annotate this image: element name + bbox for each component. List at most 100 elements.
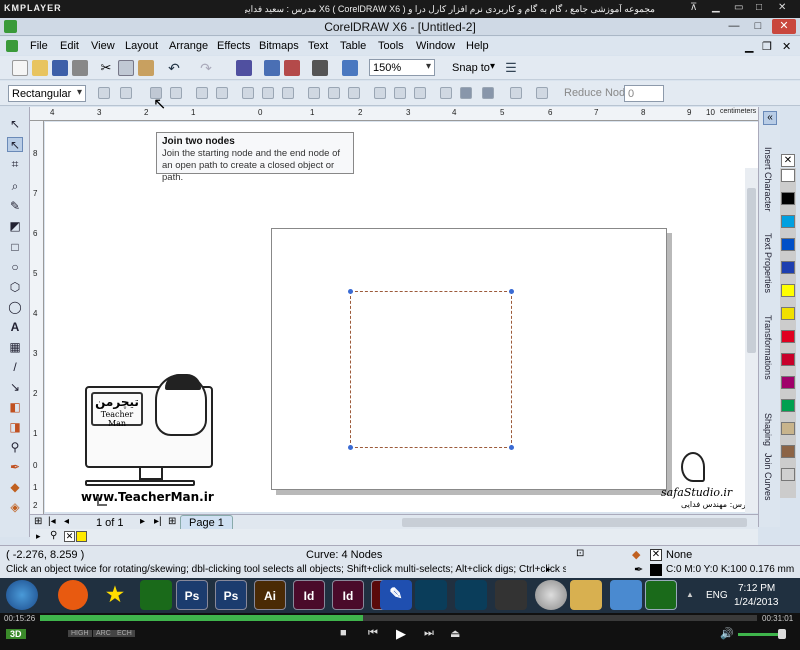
taskbar-app-ps[interactable]: Ps [215, 580, 247, 610]
palette-swatch[interactable] [781, 238, 795, 251]
freehand-tool-icon[interactable]: ✎ [7, 199, 23, 214]
last-page-icon[interactable]: ▸| [154, 516, 162, 527]
palette-swatch[interactable] [781, 261, 795, 274]
transparency-tool-icon[interactable]: ◨ [7, 420, 23, 435]
polygon-tool-icon[interactable]: ⬡ [7, 280, 23, 295]
chip-arc[interactable]: ARC [93, 630, 114, 637]
minimize-button[interactable]: — [722, 19, 746, 34]
no-color-swatch[interactable]: ✕ [781, 154, 795, 167]
node-handle[interactable] [509, 445, 514, 450]
menu-tools[interactable]: Tools [378, 40, 404, 52]
play-icon[interactable]: ▶ [396, 626, 406, 642]
taskbar-app-ai[interactable]: Ai [254, 580, 286, 610]
extract-subpath-icon[interactable] [348, 87, 360, 99]
open-icon[interactable] [32, 60, 48, 76]
3d-button[interactable]: 3D [6, 629, 26, 639]
docker-tab-text-properties[interactable]: Text Properties [763, 233, 773, 293]
text-tool-icon[interactable]: A [7, 320, 23, 335]
docker-tab-shaping[interactable]: Shaping [763, 413, 773, 446]
doc-minimize-icon[interactable]: ▁ [745, 40, 753, 53]
chip-high[interactable]: HIGH [68, 630, 92, 637]
paste-icon[interactable] [138, 60, 154, 76]
extend-curve-icon[interactable] [328, 87, 340, 99]
import-icon[interactable] [264, 60, 280, 76]
eyedropper-tool-icon[interactable]: ⚲ [7, 440, 23, 455]
page-tab[interactable]: Page 1 [180, 515, 233, 530]
palette-swatch[interactable] [781, 399, 795, 412]
menu-effects[interactable]: Effects [217, 40, 250, 52]
taskbar-app-ps[interactable]: Ps [176, 580, 208, 610]
snap-to-dropdown-icon[interactable]: ▾ [490, 61, 495, 72]
crop-tool-icon[interactable]: ⌗ [7, 157, 23, 172]
menu-window[interactable]: Window [416, 40, 455, 52]
close-icon[interactable]: ✕ [778, 2, 786, 13]
taskbar-app-id[interactable]: Id [293, 580, 325, 610]
palette-swatch[interactable] [781, 192, 795, 205]
docker-tab-insert-character[interactable]: Insert Character [763, 147, 773, 212]
explorer-folder-icon[interactable] [570, 580, 602, 610]
volume-slider[interactable] [738, 633, 782, 636]
palette-swatch[interactable] [781, 468, 795, 481]
wordpad-icon[interactable]: ✎ [380, 580, 412, 610]
vertical-scroll-thumb[interactable] [747, 188, 756, 353]
horizontal-scroll-thumb[interactable] [402, 518, 747, 527]
stop-icon[interactable]: ■ [340, 627, 347, 639]
player-menu-icon[interactable]: ▭ [734, 2, 743, 13]
elastic-mode-icon[interactable] [510, 87, 522, 99]
menu-layout[interactable]: Layout [125, 40, 158, 52]
copy-icon[interactable] [118, 60, 134, 76]
symmetrical-node-icon[interactable] [282, 87, 294, 99]
menu-view[interactable]: View [91, 40, 115, 52]
undo-icon[interactable]: ↶ [166, 60, 182, 76]
coreldraw-active-icon[interactable] [645, 580, 677, 610]
media-disc-icon[interactable] [535, 580, 567, 610]
welcome-screen-icon[interactable] [342, 60, 358, 76]
page-options-icon[interactable]: ⊞ [34, 516, 42, 527]
connector-tool-icon[interactable]: ↘ [7, 380, 23, 395]
tray-expand-icon[interactable]: ▲ [686, 590, 694, 599]
select-all-nodes-icon[interactable] [536, 87, 548, 99]
menu-edit[interactable]: Edit [60, 40, 79, 52]
stretch-nodes-icon[interactable] [374, 87, 386, 99]
docker-tab-join-curves[interactable]: Join Curves [763, 453, 773, 501]
palette-swatch[interactable] [781, 376, 795, 389]
next-icon[interactable]: ⏭ [424, 627, 434, 640]
delete-node-icon[interactable] [120, 87, 132, 99]
palette-swatch[interactable] [781, 445, 795, 458]
save-icon[interactable] [52, 60, 68, 76]
node-handle[interactable] [348, 289, 353, 294]
zoom-level-select[interactable]: 150% [369, 59, 435, 76]
next-page-icon[interactable]: ▸ [140, 516, 145, 527]
docker-tab-transformations[interactable]: Transformations [763, 315, 773, 380]
firefox-icon[interactable] [58, 580, 88, 610]
zoom-tool-icon[interactable]: ⌕ [7, 179, 23, 194]
new-document-icon[interactable] [12, 60, 28, 76]
doc-restore-icon[interactable]: ❐ [762, 40, 772, 53]
to-line-icon[interactable] [196, 87, 208, 99]
rotate-nodes-icon[interactable] [394, 87, 406, 99]
clock-date[interactable]: 1/24/2013 [734, 597, 779, 608]
reflect-nodes-icon[interactable] [482, 87, 494, 99]
palette-swatch[interactable] [781, 353, 795, 366]
menu-text[interactable]: Text [308, 40, 328, 52]
node-handle[interactable] [509, 289, 514, 294]
interactive-fill-tool-icon[interactable]: ◈ [7, 500, 23, 515]
selected-rectangle-curve[interactable] [348, 289, 514, 450]
publish-pdf-icon[interactable] [312, 60, 328, 76]
clock-time[interactable]: 7:12 PM [738, 583, 775, 594]
first-page-icon[interactable]: |◂ [48, 516, 56, 527]
acrobat-icon[interactable] [495, 580, 527, 610]
palette-none-swatch[interactable]: ✕ [64, 531, 75, 542]
volume-thumb[interactable] [778, 629, 786, 639]
add-page-icon[interactable]: ⊞ [168, 516, 176, 527]
object-type-select[interactable]: Rectangular [8, 85, 86, 102]
options-icon[interactable]: ☰ [503, 60, 519, 76]
color-proof-icon[interactable]: ⊡ [576, 548, 584, 559]
app-window-icon[interactable] [610, 580, 642, 610]
volume-icon[interactable]: 🔊 [720, 627, 734, 640]
menu-help[interactable]: Help [466, 40, 489, 52]
previous-page-icon[interactable]: ◂ [64, 516, 69, 527]
document-icon[interactable] [6, 40, 18, 52]
corel-capture-icon[interactable] [415, 580, 447, 610]
palette-swatch[interactable] [781, 215, 795, 228]
